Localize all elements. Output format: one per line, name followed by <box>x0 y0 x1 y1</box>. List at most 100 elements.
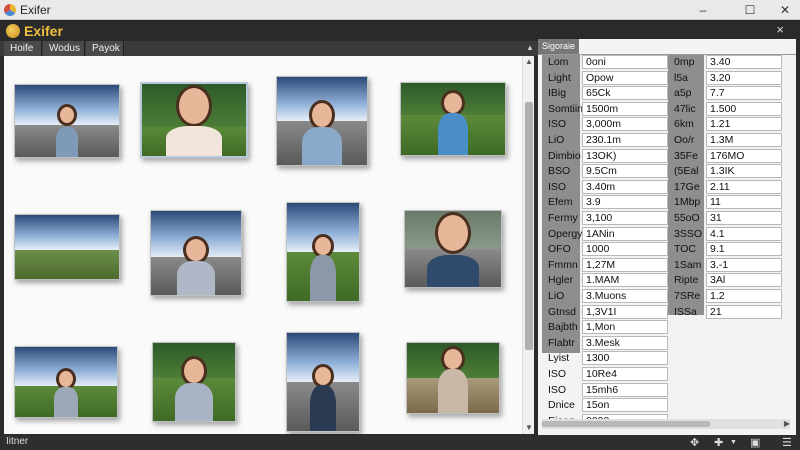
scrollbar-thumb[interactable] <box>542 421 710 427</box>
photo-thumbnail[interactable] <box>150 210 242 296</box>
metadata-value-field[interactable]: 0oni <box>582 55 668 69</box>
metadata-value-field[interactable]: 9.1 <box>706 242 782 257</box>
metadata-value-field[interactable]: 7.7 <box>706 86 782 101</box>
metadata-value-field[interactable]: 3,000m <box>582 117 668 132</box>
metadata-value-field[interactable]: 3,100 <box>582 211 668 225</box>
panel-scrollbar[interactable]: ▶ <box>542 419 790 429</box>
metadata-key: l5a <box>674 71 689 84</box>
metadata-value-field[interactable]: 1,Mon <box>582 320 668 335</box>
metadata-value-field[interactable]: 15on <box>582 398 668 413</box>
panel-close-icon[interactable]: × <box>776 22 784 37</box>
metadata-value-field[interactable]: 1300 <box>582 351 668 366</box>
metadata-row: Dnice 15on <box>542 397 668 413</box>
scroll-up-icon[interactable]: ▲ <box>523 56 535 68</box>
metadata-key: (5Eal <box>674 165 699 178</box>
metadata-value-field[interactable]: 3.-1 <box>706 257 782 272</box>
metadata-value-field[interactable]: 15mh6 <box>582 382 668 397</box>
collapse-arrow-icon[interactable]: ▲ <box>526 43 534 52</box>
photo-thumbnail[interactable] <box>152 342 236 422</box>
metadata-key: a5p <box>674 87 692 100</box>
metadata-row: 47lic 1.500 <box>668 101 782 117</box>
photo-thumbnail[interactable] <box>406 342 500 414</box>
metadata-value-field[interactable]: 3Al <box>706 273 782 288</box>
metadata-row: OFO 1000 <box>542 241 668 257</box>
metadata-value-field[interactable]: 176MO <box>706 148 782 163</box>
photo-thumbnail[interactable] <box>14 84 120 158</box>
move-icon[interactable]: ✥ <box>690 436 699 449</box>
metadata-row: IBig 65Ck <box>542 85 668 101</box>
metadata-value-field[interactable]: 1.MAM <box>582 273 668 288</box>
close-button[interactable]: ✕ <box>772 1 798 19</box>
photo-thumbnail[interactable] <box>286 202 360 302</box>
metadata-value-field[interactable]: 21 <box>706 304 782 319</box>
metadata-value-field[interactable]: 3.20 <box>706 70 782 85</box>
metadata-value-field[interactable]: 230.1m <box>582 133 668 147</box>
metadata-value-field[interactable]: 3.Muons <box>582 289 668 303</box>
menu-item-hoife[interactable]: Hoife <box>4 41 42 56</box>
metadata-value-field[interactable]: 2.11 <box>706 179 782 194</box>
add-icon[interactable]: ✚ <box>714 436 723 449</box>
metadata-value-field[interactable]: 10Re4 <box>582 367 668 381</box>
metadata-row: ISO 3,000m <box>542 116 668 132</box>
metadata-row: 3SSO 4.1 <box>668 226 782 242</box>
metadata-value-field[interactable]: 1500m <box>582 101 668 116</box>
metadata-value-field[interactable]: 1.21 <box>706 117 782 132</box>
metadata-value-field[interactable]: 3.9 <box>582 195 668 210</box>
metadata-value-field[interactable]: Opow <box>582 70 668 85</box>
metadata-key: LiO <box>548 134 565 146</box>
menu-item-payok[interactable]: Paуok <box>86 41 124 56</box>
metadata-key: Bajbth <box>548 321 578 334</box>
metadata-value-field[interactable]: 1.3IK <box>706 164 782 179</box>
window-title: Exifer <box>20 3 51 17</box>
photo-thumbnail[interactable] <box>400 82 506 156</box>
metadata-value-field[interactable]: 65Ck <box>582 86 668 101</box>
photo-thumbnail[interactable] <box>286 332 360 432</box>
metadata-row: LiO 230.1m <box>542 132 668 148</box>
metadata-value-field[interactable]: 1ANin <box>582 226 668 241</box>
page-icon[interactable]: ▣ <box>750 436 760 449</box>
tab-signature[interactable]: Sigoraie <box>538 39 580 54</box>
metadata-key: Lyist <box>548 352 570 365</box>
metadata-key: 3SSO <box>674 227 703 240</box>
metadata-value-field[interactable]: 13OK) <box>582 148 668 163</box>
logo-icon <box>6 24 20 38</box>
metadata-value-field[interactable]: 31 <box>706 211 782 225</box>
photo-thumbnail[interactable] <box>140 82 248 158</box>
metadata-row: ISO 3.40m <box>542 179 668 195</box>
metadata-row: Opergy 1ANin <box>542 226 668 242</box>
metadata-value-field[interactable]: 1,3V1I <box>582 304 668 319</box>
metadata-row: 17Ge 2.11 <box>668 179 782 195</box>
metadata-row: a5p 7.7 <box>668 85 782 101</box>
scrollbar-thumb[interactable] <box>525 102 533 350</box>
metadata-value-field[interactable]: 3.40m <box>582 179 668 194</box>
metadata-key: Lom <box>548 56 569 68</box>
dropdown-icon[interactable]: ▼ <box>730 439 737 446</box>
scroll-right-icon[interactable]: ▶ <box>784 419 790 429</box>
maximize-button[interactable]: ☐ <box>737 1 763 19</box>
gallery-scrollbar[interactable]: ▲ ▼ <box>522 56 534 434</box>
metadata-value-field[interactable]: 3.40 <box>706 55 782 69</box>
metadata-value-field[interactable]: 9.5Cm <box>582 164 668 179</box>
metadata-value-field[interactable]: 1.3M <box>706 133 782 147</box>
metadata-value-field[interactable]: 11 <box>706 195 782 210</box>
metadata-value-field[interactable]: 1000 <box>582 242 668 257</box>
photo-thumbnail[interactable] <box>14 346 118 418</box>
menu-item-wodus[interactable]: Wodus <box>43 41 85 56</box>
photo-thumbnail[interactable] <box>276 76 368 166</box>
list-icon[interactable]: ☰ <box>782 436 792 449</box>
app-name: Exifer <box>24 23 63 39</box>
scroll-down-icon[interactable]: ▼ <box>523 422 535 434</box>
metadata-key: ISO <box>548 368 567 380</box>
photo-thumbnail[interactable] <box>404 210 502 288</box>
metadata-value-field[interactable]: 4.1 <box>706 226 782 241</box>
metadata-row: ISO 15mh6 <box>542 382 668 398</box>
photo-thumbnail[interactable] <box>14 214 120 280</box>
metadata-row: 7SRe 1.2 <box>668 288 782 304</box>
metadata-value-field[interactable]: 1.500 <box>706 101 782 116</box>
metadata-row: 1Mbp 11 <box>668 194 782 210</box>
minimize-button[interactable]: – <box>690 1 716 19</box>
metadata-value-field[interactable]: 1.2 <box>706 289 782 303</box>
metadata-value-field[interactable]: 3.Mesk <box>582 335 668 350</box>
metadata-row: Flabtr 3.Mesk <box>542 335 668 351</box>
metadata-value-field[interactable]: 1,27M <box>582 257 668 272</box>
